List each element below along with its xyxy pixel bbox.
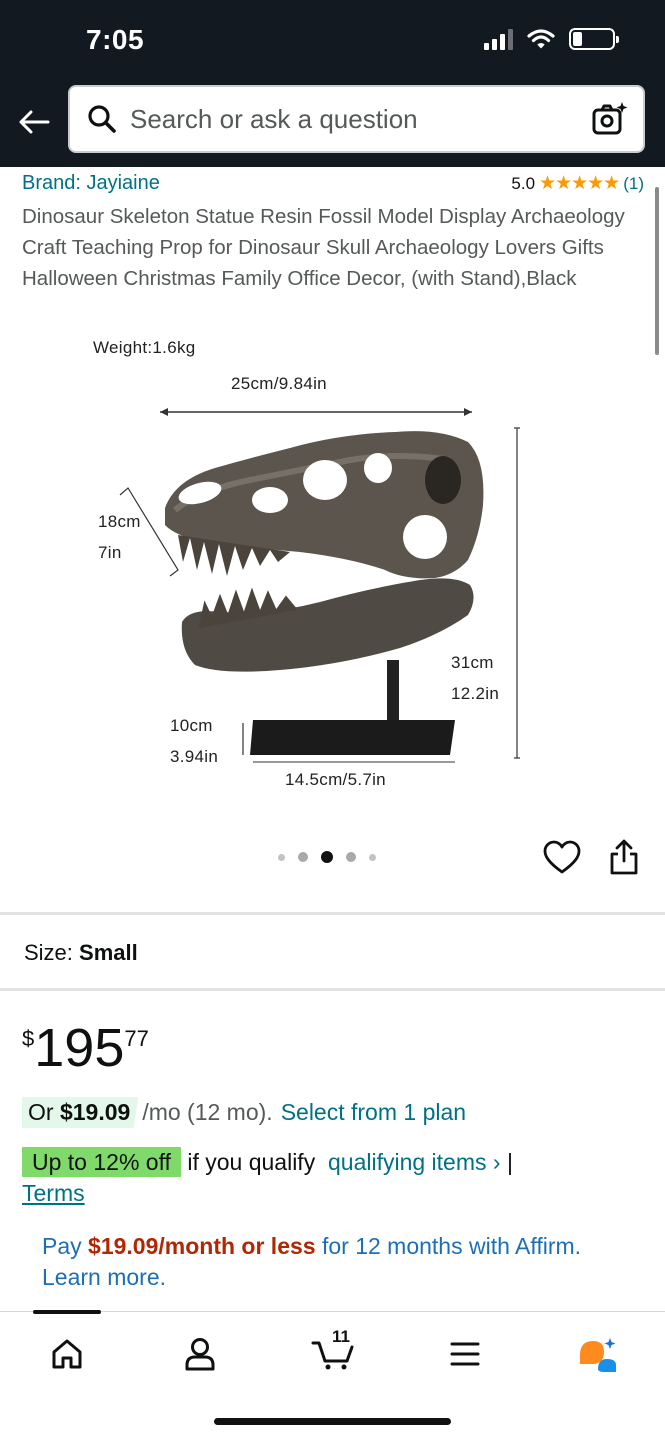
star-rating-icon: ★★★★★ [539,173,620,194]
cellular-signal-icon [484,28,513,50]
deal-badge: Up to 12% off [22,1147,181,1177]
price: $ 195 77 [22,1018,149,1078]
weight-label: Weight:1.6kg [93,338,196,357]
monthly-highlight: Or $19.09 [22,1097,139,1128]
select-plan-link[interactable]: Select from 1 plan [281,1099,466,1126]
monthly-payment: Or $19.09 /mo (12 mo). Select from 1 pla… [22,1097,466,1128]
nav-menu[interactable] [441,1332,489,1376]
search-input[interactable]: Search or ask a question [130,104,589,135]
height-dimension-in: 12.2in [451,684,500,703]
wifi-icon [527,29,555,49]
active-tab-indicator [33,1310,101,1314]
size-label: Size: [24,940,73,965]
terms-link[interactable]: Terms [22,1180,85,1206]
base-height-cm: 10cm [170,716,213,735]
rating-score: 5.0 [511,173,536,193]
product-title: Dinosaur Skeleton Statue Resin Fossil Mo… [22,205,625,290]
nav-account[interactable] [176,1332,224,1376]
account-icon [185,1338,215,1371]
base-height-in: 3.94in [170,747,219,766]
bottom-nav: 11 [0,1310,665,1440]
size-value: Small [79,940,138,965]
home-icon [52,1339,82,1369]
carousel-dot-active[interactable] [321,851,333,863]
share-icon[interactable] [607,838,641,876]
affirm-amount: $19.09/month or less [88,1233,316,1259]
price-fraction: 77 [124,1026,149,1051]
menu-icon [450,1342,480,1366]
home-indicator[interactable] [214,1418,451,1425]
monthly-prefix: Or [28,1099,60,1125]
nav-home[interactable] [43,1332,91,1376]
base-width-dimension: 14.5cm/5.7in [285,770,386,789]
camera-icon[interactable] [589,99,629,139]
promo-separator: | [506,1149,513,1175]
battery-icon [569,28,619,50]
brand-link[interactable]: Brand: Jayiaine [22,172,160,195]
heart-icon[interactable] [543,840,581,876]
product-image[interactable]: Weight:1.6kg 25cm/9.84in 18cm 7in 31cm 1… [0,330,665,830]
monthly-amount: $19.09 [59,1099,131,1125]
monthly-term: /mo (12 mo). [142,1099,273,1125]
affirm-pay: Pay [42,1233,89,1259]
depth-dimension-in: 7in [98,543,122,562]
cart-count-badge: 11 [332,1327,350,1346]
carousel-dot[interactable] [346,852,356,862]
carousel-dot[interactable] [278,853,285,861]
rating-summary[interactable]: 5.0 ★★★★★ (1) [511,172,644,195]
qualifying-items-link[interactable]: qualifying items › [328,1149,501,1175]
divider [0,988,665,991]
status-time: 7:05 [86,24,145,55]
affirm-offer[interactable]: Pay $19.09/month or less for 12 months w… [42,1231,622,1293]
rufus-icon [580,1338,616,1372]
divider [0,912,665,915]
carousel-dot[interactable] [369,853,376,861]
nav-rufus[interactable] [573,1332,621,1376]
price-symbol: $ [22,1026,35,1051]
back-arrow-icon[interactable] [16,104,52,140]
brand-rating-row: Brand: Jayiaine 5.0 ★★★★★ (1) [22,172,644,195]
status-icons [484,28,619,50]
height-dimension-cm: 31cm [451,653,494,672]
size-selector[interactable]: Size: Small [24,940,138,966]
image-carousel-dots[interactable] [278,851,376,863]
rating-count[interactable]: (1) [623,174,644,194]
promo-row: Up to 12% off if you qualify qualifying … [22,1147,642,1209]
search-bar[interactable]: Search or ask a question [68,85,645,153]
depth-dimension-cm: 18cm [98,512,141,531]
top-bar: 7:05 Search or ask a question [0,0,665,167]
price-whole: 195 [34,1018,125,1078]
carousel-dot[interactable] [298,852,308,862]
dinosaur-skull-illustration [119,408,520,763]
search-icon [88,105,116,133]
promo-text: if you qualify [187,1149,316,1175]
width-dimension: 25cm/9.84in [231,374,327,393]
